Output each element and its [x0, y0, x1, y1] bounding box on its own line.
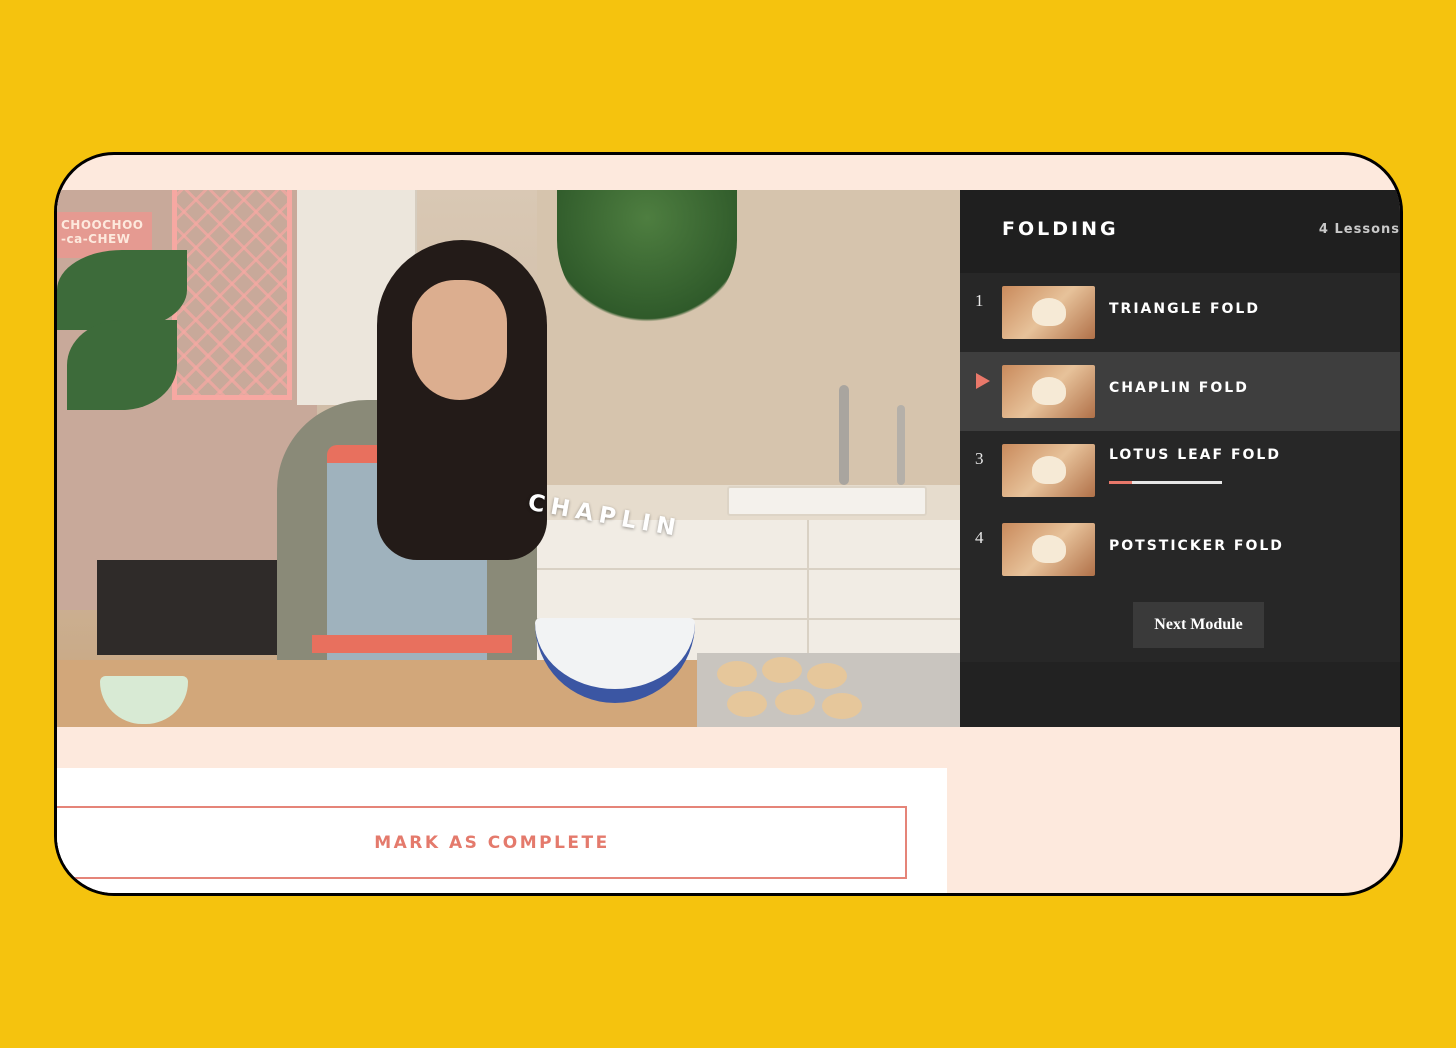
- dumpling: [717, 661, 757, 687]
- thumbnail-dumpling: [1032, 535, 1066, 563]
- thumbnail-dumpling: [1032, 377, 1066, 405]
- dumpling: [762, 657, 802, 683]
- lesson-progress-bar: [1109, 481, 1222, 484]
- play-icon: [976, 373, 990, 389]
- lesson-actions-card: MARK AS COMPLETE: [57, 768, 947, 893]
- module-title: FOLDING: [1002, 218, 1119, 240]
- lesson-count: 4 Lessons: [1318, 222, 1400, 237]
- lesson-number: 1: [975, 291, 984, 310]
- video-sink: [727, 486, 927, 516]
- presenter-face: [412, 280, 507, 400]
- lesson-title: TRIANGLE FOLD: [1109, 301, 1260, 317]
- cabinet-line: [807, 520, 809, 670]
- module-header: FOLDING 4 Lessons: [960, 190, 1400, 273]
- lesson-thumbnail: [1002, 286, 1095, 339]
- lesson-item-chaplin-fold[interactable]: CHAPLIN FOLD: [960, 352, 1400, 431]
- thumbnail-dumpling: [1032, 456, 1066, 484]
- mark-complete-button[interactable]: MARK AS COMPLETE: [57, 806, 907, 879]
- plant-leaf: [57, 250, 187, 330]
- lesson-number: 4: [975, 528, 984, 547]
- device-frame: CHOOCHOO -ca-CHEW CHAPLIN FOLDING 4 Less…: [54, 152, 1403, 896]
- dumpling-tray: [697, 653, 960, 727]
- lesson-title: LOTUS LEAF FOLD: [1109, 447, 1281, 463]
- presenter-apron-band: [312, 635, 512, 653]
- video-faucet: [839, 385, 849, 485]
- lesson-number: 3: [975, 449, 984, 468]
- dumpling: [727, 691, 767, 717]
- lesson-sidebar: FOLDING 4 Lessons 1 TRIANGLE FOLD CHAPLI…: [960, 190, 1400, 727]
- dumpling: [822, 693, 862, 719]
- dumpling: [775, 689, 815, 715]
- lesson-progress-fill: [1109, 481, 1132, 484]
- plant-leaf: [67, 320, 177, 410]
- sign-line-2: -ca-CHEW: [61, 232, 131, 246]
- lesson-item-triangle-fold[interactable]: 1 TRIANGLE FOLD: [960, 273, 1400, 352]
- thumbnail-dumpling: [1032, 298, 1066, 326]
- lesson-item-lotus-leaf-fold[interactable]: 3 LOTUS LEAF FOLD: [960, 431, 1400, 510]
- neon-lattice: [172, 190, 292, 400]
- next-module-button[interactable]: Next Module: [1133, 602, 1264, 648]
- lesson-thumbnail: [1002, 523, 1095, 576]
- lesson-thumbnail: [1002, 444, 1095, 497]
- lesson-item-potsticker-fold[interactable]: 4 POTSTICKER FOLD: [960, 510, 1400, 589]
- video-faucet: [897, 405, 905, 485]
- lesson-title: CHAPLIN FOLD: [1109, 380, 1249, 396]
- lesson-thumbnail: [1002, 365, 1095, 418]
- sign-line-1: CHOOCHOO: [61, 218, 144, 232]
- sidebar-footer: [960, 662, 1400, 727]
- video-player[interactable]: CHOOCHOO -ca-CHEW CHAPLIN: [57, 190, 960, 727]
- lesson-title: POTSTICKER FOLD: [1109, 538, 1284, 554]
- dumpling: [807, 663, 847, 689]
- cabinet-line: [527, 568, 960, 570]
